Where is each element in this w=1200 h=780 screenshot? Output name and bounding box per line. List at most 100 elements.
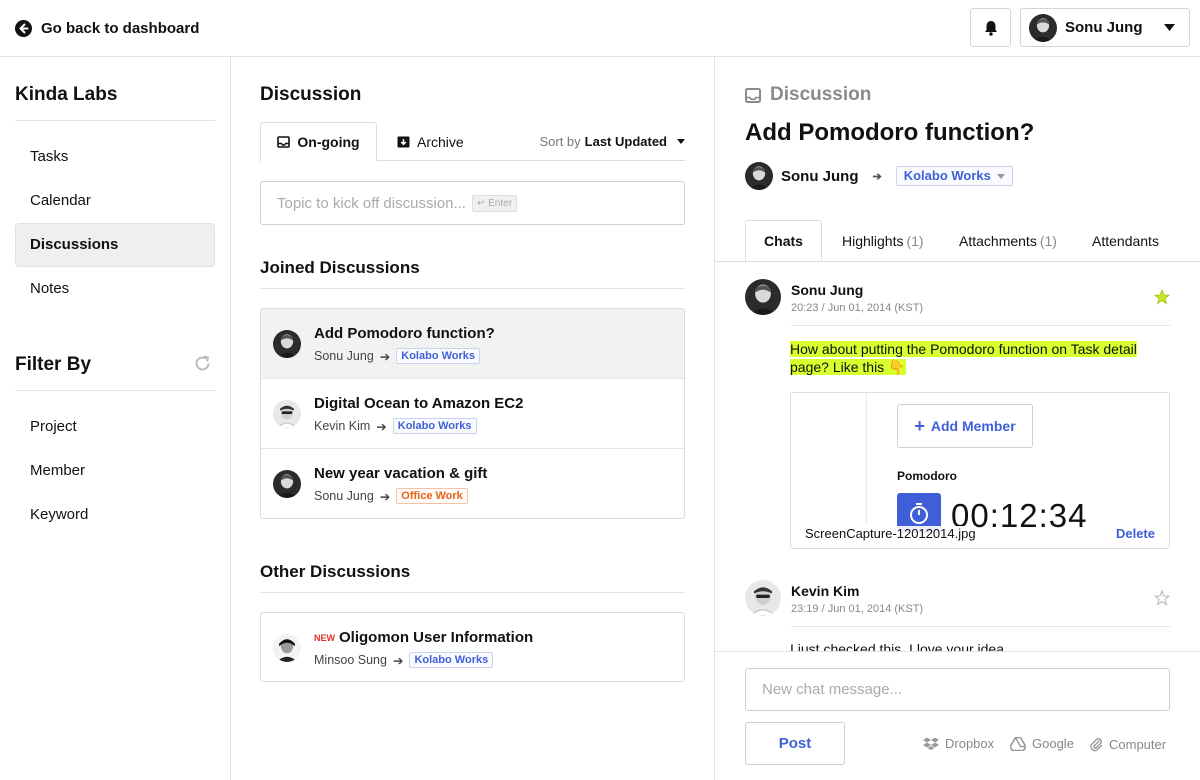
tab-label: Attachments xyxy=(959,232,1037,249)
sidebar: Kinda Labs Tasks Calendar Discussions No… xyxy=(0,57,231,780)
arrow-left-circle-icon xyxy=(15,19,32,37)
attach-dropbox-button[interactable]: Dropbox xyxy=(923,736,994,751)
message-text: How about putting the Pomodoro function … xyxy=(790,341,1137,375)
sidebar-item-tasks[interactable]: Tasks xyxy=(15,135,215,179)
user-name: Sonu Jung xyxy=(1065,19,1143,36)
attachment-card[interactable]: + Add Member Pomodoro 00:12:34 ScreenCap… xyxy=(790,392,1170,549)
tab-archive[interactable]: Archive xyxy=(397,122,464,161)
discussion-tabs: On-going Archive Sort by Last Updated xyxy=(260,122,685,162)
message-author: Sonu Jung xyxy=(791,282,864,298)
filter-item-keyword[interactable]: Keyword xyxy=(15,493,215,537)
google-drive-icon xyxy=(1010,736,1026,751)
notifications-button[interactable] xyxy=(970,8,1011,47)
discussion-meta: Kevin Kim ➔ Kolabo Works xyxy=(314,418,477,434)
topic-input[interactable]: Topic to kick off discussion... ↵ Enter xyxy=(260,181,685,225)
delete-attachment-link[interactable]: Delete xyxy=(1116,526,1155,541)
tab-attachments[interactable]: Attachments (1) xyxy=(959,220,1057,261)
sort-dropdown[interactable]: Sort by Last Updated xyxy=(539,122,685,161)
refresh-icon[interactable] xyxy=(193,354,212,373)
discussion-title-text: Oligomon User Information xyxy=(339,629,534,646)
author-name: Sonu Jung xyxy=(314,489,374,503)
project-tag: Kolabo Works xyxy=(392,418,477,434)
project-name: Kolabo Works xyxy=(903,168,991,183)
discussion-title: New year vacation & gift xyxy=(314,465,488,482)
back-label: Go back to dashboard xyxy=(41,19,200,37)
detail-tabs: Chats Highlights (1) Attachments (1) Atten… xyxy=(745,220,1170,261)
source-label: Computer xyxy=(1109,736,1167,752)
discussion-title: Digital Ocean to Amazon EC2 xyxy=(314,395,524,412)
filter-item-project[interactable]: Project xyxy=(15,405,215,449)
divider xyxy=(260,592,685,593)
add-member-label: Add Member xyxy=(930,418,1016,434)
tab-on-going[interactable]: On-going xyxy=(260,122,377,162)
discussion-meta: Sonu Jung ➔ Office Work xyxy=(314,488,468,504)
archive-icon xyxy=(397,136,410,148)
project-dropdown[interactable]: Kolabo Works xyxy=(895,166,1013,186)
tab-chats[interactable]: Chats xyxy=(745,220,822,261)
panel-title: Discussion xyxy=(260,84,362,105)
divider xyxy=(715,261,1200,262)
project-tag: Kolabo Works xyxy=(396,348,481,364)
caret-down-icon xyxy=(677,138,685,145)
topic-placeholder: Topic to kick off discussion... xyxy=(277,194,466,212)
sort-prefix: Sort by xyxy=(539,134,581,149)
other-discussions-title: Other Discussions xyxy=(260,562,411,581)
enter-hint: ↵ Enter xyxy=(471,194,518,212)
discussion-title: Add Pomodoro function? xyxy=(314,325,495,342)
author-name: Sonu Jung xyxy=(781,167,859,185)
discussion-title: NEW Oligomon User Information xyxy=(314,629,533,646)
add-member-button: + Add Member xyxy=(897,404,1033,448)
list-item[interactable]: Digital Ocean to Amazon EC2 Kevin Kim ➔ … xyxy=(261,379,684,449)
avatar xyxy=(745,162,773,190)
joined-discussions-list: Add Pomodoro function? Sonu Jung ➔ Kolab… xyxy=(260,308,685,519)
attachment-filename: ScreenCapture-12012014.jpg xyxy=(805,526,976,541)
chat-composer: New chat message... Post Dropbox Google … xyxy=(715,651,1200,780)
author-name: Sonu Jung xyxy=(314,349,374,363)
back-to-dashboard-link[interactable]: Go back to dashboard xyxy=(15,18,199,38)
message-time: 20:23 / Jun 01, 2014 (KST) xyxy=(791,302,924,314)
author-name: Kevin Kim xyxy=(314,419,371,433)
sidebar-item-notes[interactable]: Notes xyxy=(15,267,215,311)
divider xyxy=(791,626,1170,627)
discussion-meta: Minsoo Sung ➔ Kolabo Works xyxy=(314,652,494,668)
paperclip-icon xyxy=(1089,736,1103,752)
discussion-meta: Sonu Jung ➔ Kolabo Works xyxy=(314,348,481,364)
list-item[interactable]: New year vacation & gift Sonu Jung ➔ Off… xyxy=(261,449,684,518)
discussion-detail-panel: Discussion Add Pomodoro function? Sonu J… xyxy=(715,57,1200,780)
user-menu-button[interactable]: Sonu Jung xyxy=(1020,8,1190,47)
tab-label: Attendants xyxy=(1092,232,1159,249)
chat-message: Sonu Jung 20:23 / Jun 01, 2014 (KST) xyxy=(745,279,1170,329)
arrow-right-icon: ➔ xyxy=(392,653,404,668)
inbox-icon xyxy=(277,136,291,148)
arrow-right-icon: ➔ xyxy=(379,349,391,364)
project-tag: Kolabo Works xyxy=(409,652,494,668)
filter-item-member[interactable]: Member xyxy=(15,449,215,493)
joined-discussions-title: Joined Discussions xyxy=(260,258,420,277)
star-outline-icon[interactable] xyxy=(1154,590,1170,606)
divider xyxy=(260,288,685,289)
star-filled-icon[interactable] xyxy=(1154,289,1170,305)
chat-message-input[interactable]: New chat message... xyxy=(745,668,1170,711)
top-bar: Go back to dashboard Sonu Jung xyxy=(0,0,1200,57)
author-name: Minsoo Sung xyxy=(314,653,387,667)
caret-down-icon xyxy=(1164,24,1175,32)
avatar xyxy=(273,634,301,662)
post-button[interactable]: Post xyxy=(745,722,845,765)
list-item[interactable]: NEW Oligomon User Information Minsoo Sung… xyxy=(261,613,684,681)
chat-placeholder: New chat message... xyxy=(762,681,903,698)
list-item[interactable]: Add Pomodoro function? Sonu Jung ➔ Kolab… xyxy=(261,309,684,379)
tab-attendants[interactable]: Attendants xyxy=(1092,220,1159,261)
tab-label: On-going xyxy=(297,134,360,150)
inbox-icon xyxy=(745,87,761,103)
attach-computer-button[interactable]: Computer xyxy=(1089,736,1166,752)
attach-google-button[interactable]: Google xyxy=(1010,736,1074,751)
tab-highlights[interactable]: Highlights (1) xyxy=(842,220,924,261)
arrow-right-icon: ➔ xyxy=(379,489,391,504)
arrow-right-icon: ➔ xyxy=(376,419,387,434)
sidebar-item-calendar[interactable]: Calendar xyxy=(15,179,215,223)
sidebar-item-discussions[interactable]: Discussions xyxy=(15,223,215,267)
avatar xyxy=(273,400,301,428)
detail-header: Discussion xyxy=(745,84,871,106)
divider xyxy=(15,390,215,391)
discussion-meta: Sonu Jung ➔ Kolabo Works xyxy=(745,162,1013,190)
